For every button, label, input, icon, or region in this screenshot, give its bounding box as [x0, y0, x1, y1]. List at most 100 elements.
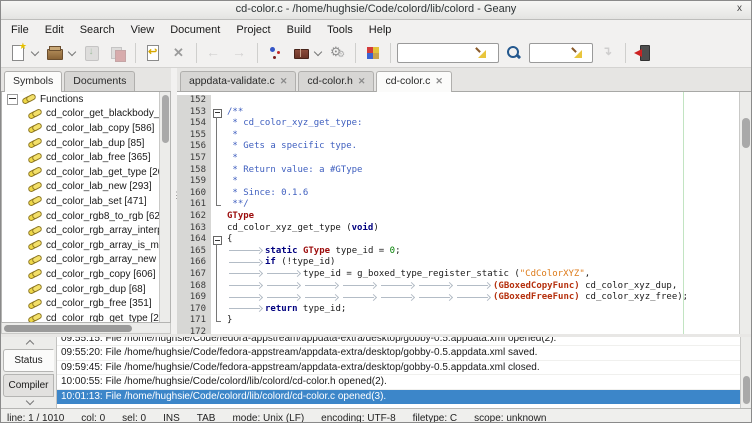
symbol-list-item[interactable]: cd_color_rgb_array_is_monotonic [862] [2, 238, 170, 253]
menu-search[interactable]: Search [72, 22, 123, 38]
code-line[interactable]: 170return type_id; [177, 304, 751, 316]
status-message-row[interactable]: 10:01:13: File /home/hughsie/Code/colord… [57, 390, 740, 404]
editor-vertical-scrollbar[interactable] [739, 92, 751, 334]
search-button[interactable] [502, 41, 526, 65]
tree-expander-icon[interactable] [7, 94, 18, 105]
tab-close-icon[interactable]: ✕ [358, 76, 366, 87]
scrollbar-thumb[interactable] [162, 95, 169, 143]
line-number[interactable]: 165 [177, 246, 211, 258]
scrollbar-thumb[interactable] [4, 325, 132, 332]
revert-button[interactable] [141, 41, 165, 65]
sidebar-tab-symbols[interactable]: Symbols [4, 71, 62, 92]
editor-tab-appdata-validate-c[interactable]: appdata-validate.c✕ [180, 71, 296, 91]
line-number[interactable]: 162 [177, 211, 211, 223]
build-button[interactable] [289, 41, 313, 65]
symbol-list-item[interactable]: cd_color_rgb8_to_rgb [626] [2, 209, 170, 224]
compile-button[interactable] [263, 41, 287, 65]
code-line[interactable]: 159 * [177, 176, 751, 188]
line-number[interactable]: 159 [177, 176, 211, 188]
tab-scroll-up-icon[interactable] [3, 338, 54, 348]
line-number[interactable]: 155 [177, 130, 211, 142]
fold-collapse-icon[interactable] [213, 236, 222, 245]
line-number[interactable]: 170 [177, 304, 211, 316]
editor-tab-cd-color-c[interactable]: cd-color.c✕ [376, 71, 451, 92]
tree-root-functions[interactable]: Functions [2, 92, 170, 107]
menu-edit[interactable]: Edit [37, 22, 72, 38]
symbol-list-item[interactable]: cd_color_rgb_dup [68] [2, 282, 170, 297]
status-message-row[interactable]: 09:55:20: File /home/hughsie/Code/fedora… [57, 346, 740, 360]
status-message-row[interactable]: 10:00:55: File /home/hughsie/Code/colord… [57, 375, 740, 389]
menu-project[interactable]: Project [228, 22, 278, 38]
code-line[interactable]: 153/** [177, 107, 751, 119]
build-dropdown-chevron-icon[interactable] [314, 48, 322, 56]
new-button[interactable] [6, 41, 30, 65]
menu-help[interactable]: Help [361, 22, 400, 38]
goto-line-input[interactable] [532, 46, 570, 60]
message-vertical-scrollbar[interactable] [740, 337, 751, 408]
line-number[interactable]: 163 [177, 223, 211, 235]
menu-view[interactable]: View [123, 22, 163, 38]
symbol-list-item[interactable]: cd_color_get_blackbody_rgb [997] [2, 107, 170, 122]
code-line[interactable]: 157 * [177, 153, 751, 165]
tab-close-icon[interactable]: ✕ [435, 76, 443, 87]
window-close-button[interactable]: x [737, 3, 742, 14]
code-line[interactable]: 154 * cd_color_xyz_get_type: [177, 118, 751, 130]
symbol-list-item[interactable]: cd_color_rgb_get_type [219] [2, 311, 170, 323]
line-number[interactable]: 166 [177, 257, 211, 269]
symbol-list-item[interactable]: cd_color_rgb_array_new [896] [2, 253, 170, 268]
symbols-list[interactable]: Functionscd_color_get_blackbody_rgb [997… [1, 92, 171, 323]
code-line[interactable]: 172 [177, 327, 751, 334]
clear-broom-icon[interactable] [570, 47, 582, 59]
new-dropdown-chevron-icon[interactable] [31, 48, 39, 56]
line-number[interactable]: 172 [177, 327, 211, 334]
line-number[interactable]: 160 [177, 188, 211, 200]
save-button[interactable] [80, 41, 104, 65]
code-line[interactable]: 164{ [177, 234, 751, 246]
fold-collapse-icon[interactable] [213, 109, 222, 118]
tab-close-icon[interactable]: ✕ [280, 76, 288, 87]
status-message-row[interactable]: 09:59:45: File /home/hughsie/Code/fedora… [57, 361, 740, 375]
close-document-button[interactable] [167, 41, 191, 65]
nav-forward-button[interactable] [228, 41, 252, 65]
execute-button[interactable] [326, 41, 350, 65]
search-input[interactable] [400, 46, 474, 60]
line-number[interactable]: 157 [177, 153, 211, 165]
nav-back-button[interactable] [202, 41, 226, 65]
symbol-list-item[interactable]: cd_color_rgb_array_interpolate [936] [2, 223, 170, 238]
line-number[interactable]: 152 [177, 95, 211, 107]
fold-margin-cell[interactable] [211, 234, 224, 246]
status-message-list[interactable]: 09:55:15: File /home/hughsie/Code/fedora… [57, 337, 740, 408]
line-number[interactable]: 158 [177, 165, 211, 177]
symbol-list-item[interactable]: cd_color_rgb_copy [606] [2, 267, 170, 282]
line-number[interactable]: 153 [177, 107, 211, 119]
line-number[interactable]: 154 [177, 118, 211, 130]
symbol-list-item[interactable]: cd_color_lab_copy [586] [2, 121, 170, 136]
open-dropdown-chevron-icon[interactable] [68, 48, 76, 56]
status-message-row[interactable]: 09:55:15: File /home/hughsie/Code/fedora… [57, 337, 740, 346]
jump-to-line-button[interactable] [596, 41, 620, 65]
menu-build[interactable]: Build [279, 22, 319, 38]
code-line[interactable]: 160 * Since: 0.1.6 [177, 188, 751, 200]
scrollbar-thumb[interactable] [742, 118, 750, 148]
code-line[interactable]: 167type_id = g_boxed_type_register_stati… [177, 269, 751, 281]
code-line[interactable]: 162GType [177, 211, 751, 223]
code-line[interactable]: 165static GType type_id = 0; [177, 246, 751, 258]
fold-margin-cell[interactable] [211, 107, 224, 119]
symbol-list-item[interactable]: cd_color_lab_get_type [203] [2, 165, 170, 180]
line-number[interactable]: 168 [177, 281, 211, 293]
code-line[interactable]: 158 * Return value: a #GType [177, 165, 751, 177]
code-line[interactable]: 166if (!type_id) [177, 257, 751, 269]
symbol-list-item[interactable]: cd_color_rgb_free [351] [2, 296, 170, 311]
code-line[interactable]: 171} [177, 315, 751, 327]
scrollbar-thumb[interactable] [743, 376, 750, 404]
tab-compiler[interactable]: Compiler [3, 374, 54, 397]
code-area[interactable]: 152153/**154 * cd_color_xyz_get_type:155… [177, 92, 751, 334]
symbol-list-item[interactable]: cd_color_lab_new [293] [2, 180, 170, 195]
save-all-button[interactable] [106, 41, 130, 65]
symbol-list-item[interactable]: cd_color_lab_free [365] [2, 150, 170, 165]
open-button[interactable] [43, 41, 67, 65]
sidebar-vertical-scrollbar[interactable] [159, 92, 170, 322]
code-line[interactable]: 169(GBoxedFreeFunc) cd_color_xyz_free); [177, 292, 751, 304]
editor-tab-cd-color-h[interactable]: cd-color.h✕ [298, 71, 374, 91]
symbol-list-item[interactable]: cd_color_lab_dup [85] [2, 136, 170, 151]
